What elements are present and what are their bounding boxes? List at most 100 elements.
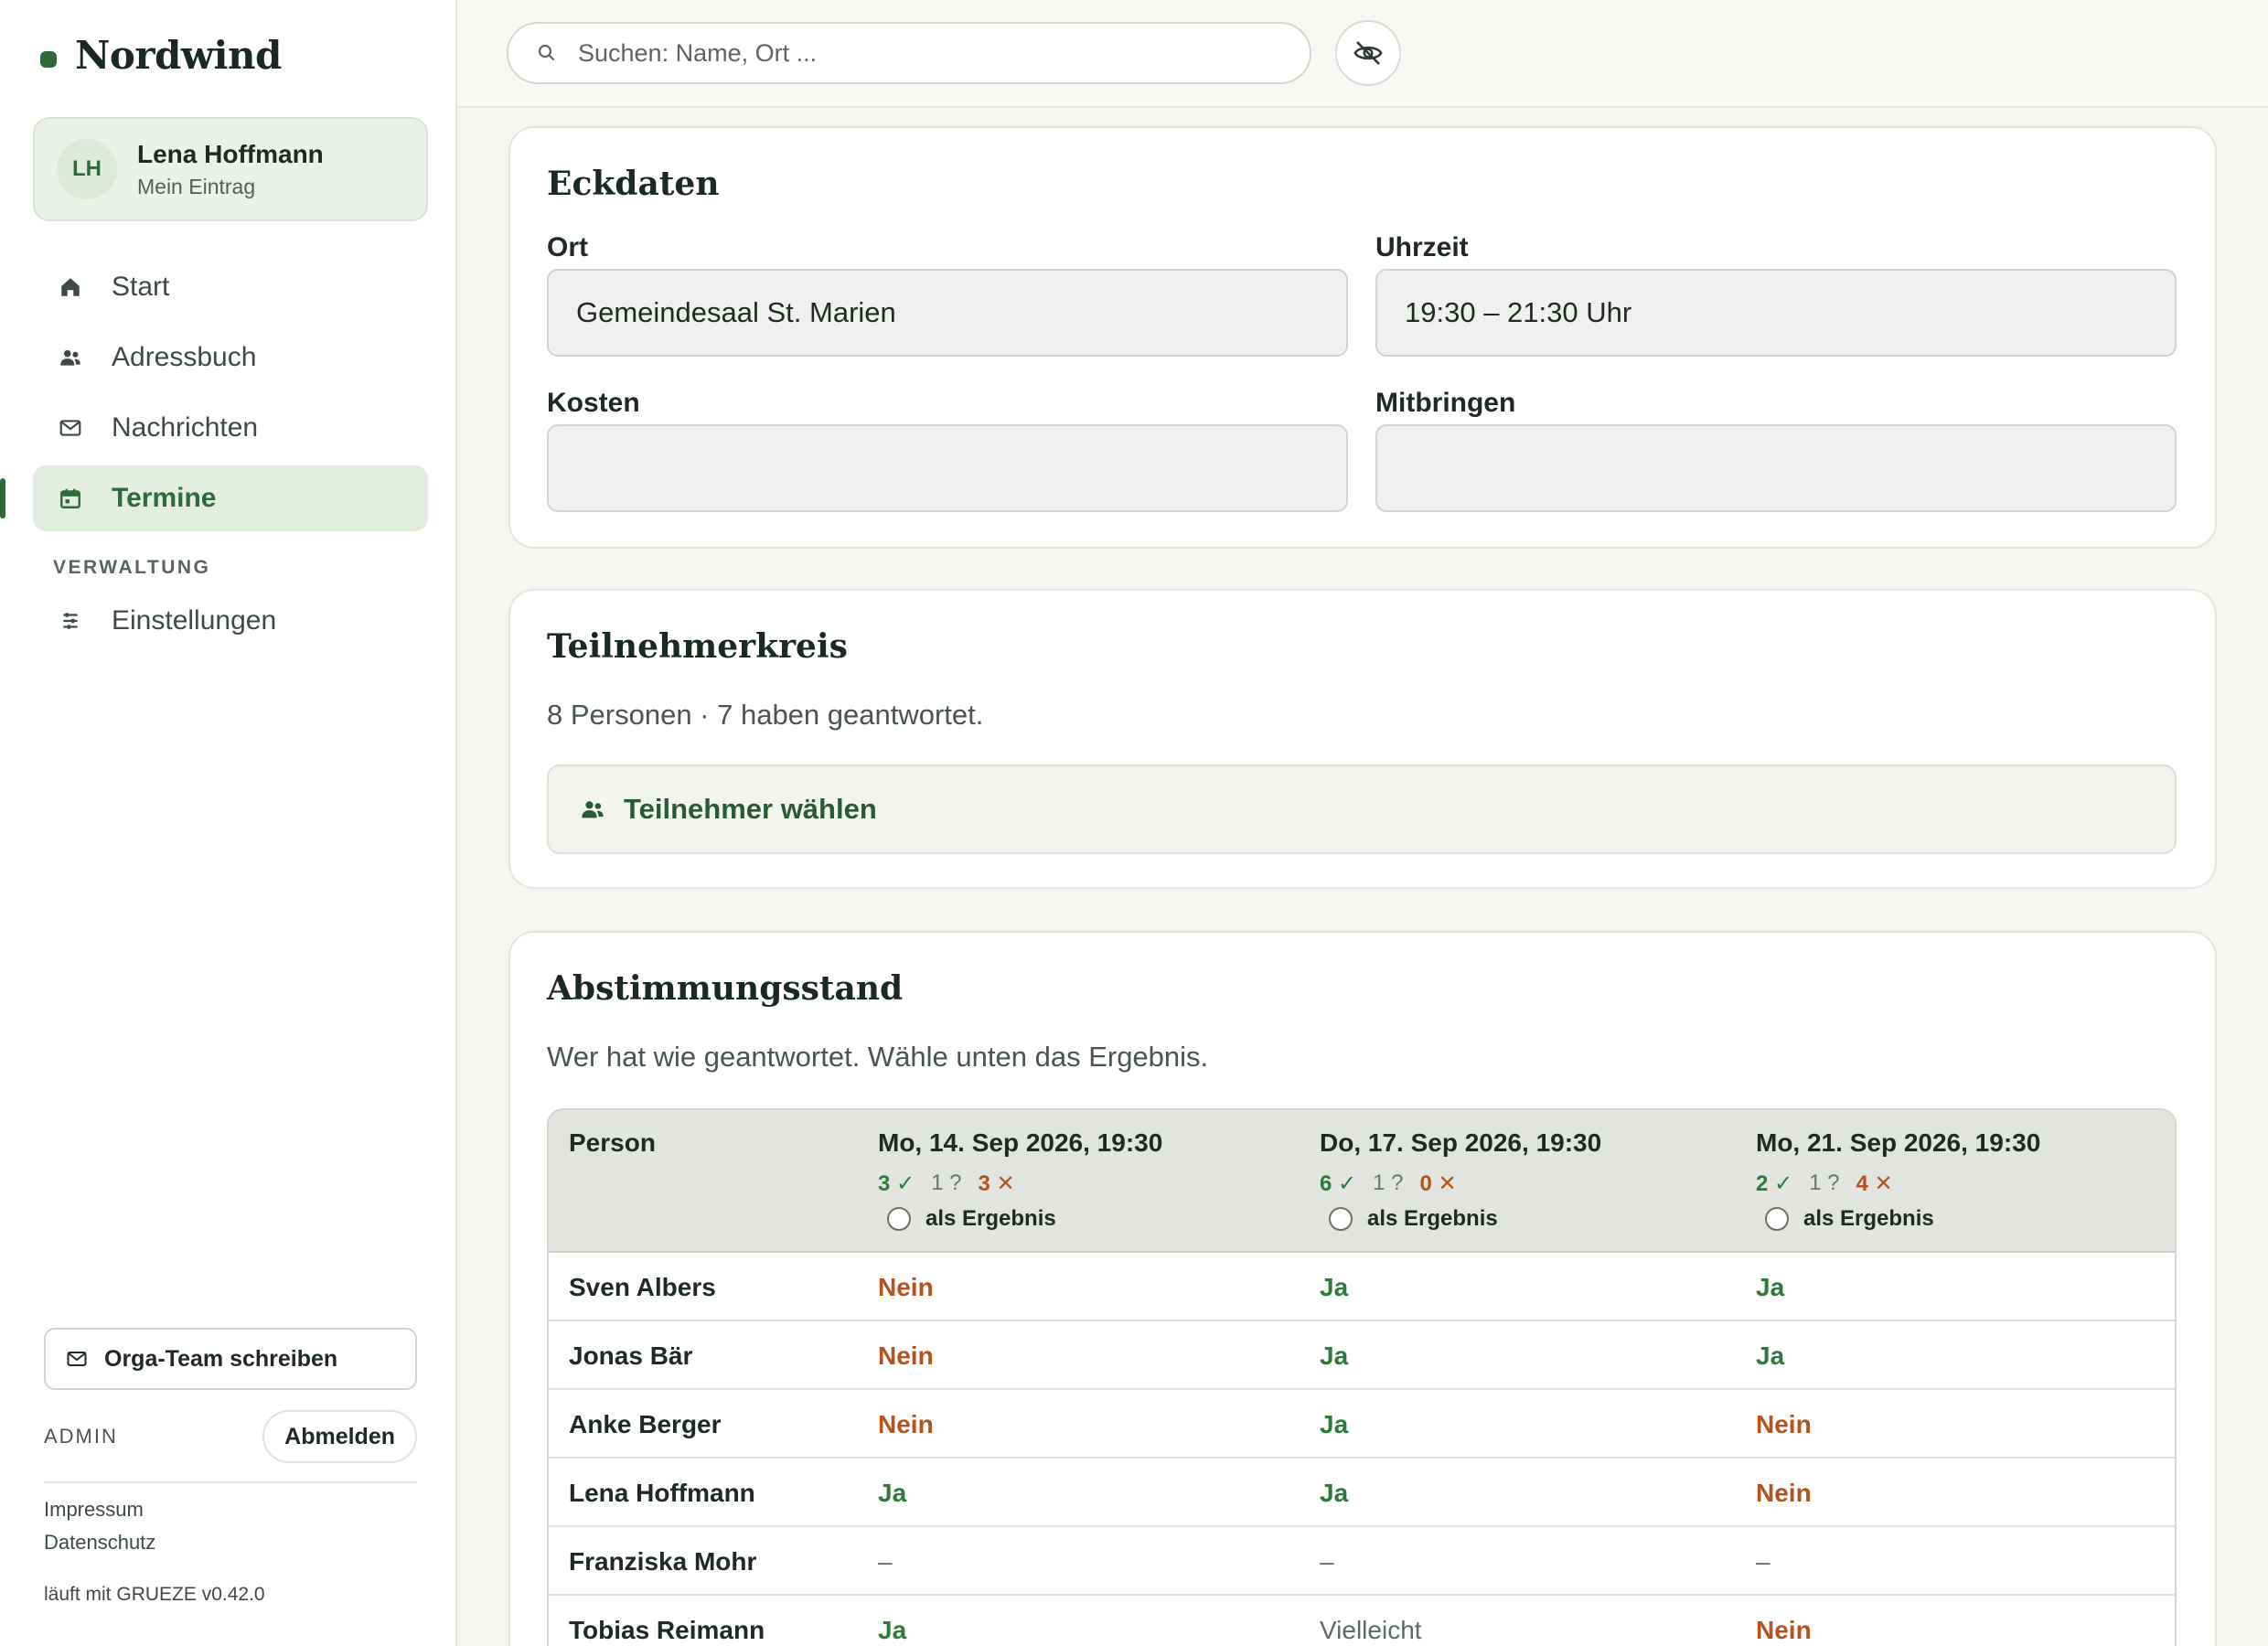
date-label: Mo, 21. Sep 2026, 19:30	[1756, 1128, 2041, 1157]
result-radio[interactable]	[887, 1207, 911, 1231]
date-column-header: Mo, 21. Sep 2026, 19:30 2 ✓ 1 ? 4 ✕ als …	[1756, 1128, 2040, 1232]
table-row: Tobias Reimann Ja Vielleicht Nein	[549, 1596, 2175, 1646]
admin-label: ADMIN	[44, 1425, 118, 1448]
sidebar-divider	[44, 1481, 417, 1483]
person-name: Jonas Bär	[569, 1341, 693, 1370]
sidebar-item-start[interactable]: Start	[33, 254, 428, 320]
sidebar-item-label: Nachrichten	[112, 412, 259, 443]
maybe-count: 1 ?	[931, 1170, 962, 1195]
topbar: Suchen: Name, Ort ...	[457, 0, 2268, 108]
table-row: Franziska Mohr – – –	[549, 1527, 2175, 1596]
calendar-icon	[57, 485, 84, 512]
table-row: Lena Hoffmann Ja Ja Nein	[549, 1459, 2175, 1527]
answer-cell: Vielleicht	[1320, 1616, 1422, 1644]
uhrzeit-value: 19:30 – 21:30 Uhr	[1405, 296, 1632, 328]
user-name: Lena Hoffmann	[137, 139, 324, 168]
abstimmung-title: Abstimmungsstand	[547, 969, 904, 1008]
avatar: LH	[57, 139, 117, 199]
result-radio[interactable]	[1329, 1207, 1353, 1231]
result-radio-option[interactable]: als Ergebnis	[1756, 1206, 2040, 1232]
yes-count: 6 ✓	[1320, 1171, 1357, 1196]
date-column-header: Do, 17. Sep 2026, 19:30 6 ✓ 1 ? 0 ✕ als …	[1320, 1128, 1601, 1232]
result-radio-option[interactable]: als Ergebnis	[1320, 1206, 1601, 1232]
answer-cell: Ja	[1756, 1273, 1785, 1301]
answer-cell: Nein	[1756, 1479, 1812, 1507]
admin-row: ADMIN Abmelden	[44, 1408, 417, 1465]
brand[interactable]: Nordwind	[40, 33, 282, 78]
result-radio-option[interactable]: als Ergebnis	[878, 1206, 1162, 1232]
people-icon	[580, 796, 605, 822]
table-row: Sven Albers Nein Ja Ja	[549, 1253, 2175, 1321]
sidebar-item-label: Termine	[112, 483, 217, 513]
version-text: läuft mit GRUEZE v0.42.0	[44, 1584, 265, 1605]
uhrzeit-field[interactable]: 19:30 – 21:30 Uhr	[1375, 269, 2177, 357]
sidebar-item-termine[interactable]: Termine	[0, 465, 428, 531]
teilnehmer-title: Teilnehmerkreis	[547, 627, 848, 666]
answer-cell: –	[878, 1547, 893, 1576]
privacy-toggle-button[interactable]	[1335, 20, 1401, 86]
answer-cell: Ja	[1320, 1341, 1349, 1370]
answer-cell: Nein	[1756, 1410, 1812, 1438]
sidebar-item-adressbuch[interactable]: Adressbuch	[33, 325, 428, 390]
people-icon	[57, 344, 84, 371]
search-input[interactable]: Suchen: Name, Ort ...	[507, 22, 1311, 84]
choose-participants-label: Teilnehmer wählen	[624, 793, 877, 825]
result-radio[interactable]	[1765, 1207, 1789, 1231]
sidebar-item-label: Adressbuch	[112, 342, 257, 372]
sliders-icon	[57, 607, 84, 635]
person-name: Tobias Reimann	[569, 1616, 765, 1644]
yes-count: 3 ✓	[878, 1171, 915, 1196]
main-nav: Start Adressbuch Nachrichten Termine VER…	[0, 254, 428, 658]
ort-value: Gemeindesaal St. Marien	[576, 296, 896, 328]
result-radio-label: als Ergebnis	[1367, 1206, 1498, 1231]
answer-cell: Ja	[1320, 1273, 1349, 1301]
answer-cell: Nein	[878, 1410, 934, 1438]
vote-table: Person Mo, 14. Sep 2026, 19:30 3 ✓ 1 ? 3…	[547, 1108, 2177, 1646]
answer-cell: Ja	[1320, 1410, 1349, 1438]
answer-cell: Ja	[878, 1616, 907, 1644]
no-count: 0 ✕	[1419, 1171, 1457, 1196]
teilnehmer-summary: 8 Personen · 7 haben geantwortet.	[547, 699, 984, 731]
search-placeholder: Suchen: Name, Ort ...	[578, 38, 818, 67]
person-name: Franziska Mohr	[569, 1547, 757, 1576]
mitbringen-label: Mitbringen	[1375, 388, 1516, 418]
person-name: Lena Hoffmann	[569, 1479, 755, 1507]
answer-cell: Ja	[1756, 1341, 1785, 1370]
answer-cell: Nein	[878, 1273, 934, 1301]
choose-participants-button[interactable]: Teilnehmer wählen	[547, 764, 2177, 854]
kosten-label: Kosten	[547, 388, 640, 418]
sidebar-item-einstellungen[interactable]: Einstellungen	[33, 588, 428, 654]
result-radio-label: als Ergebnis	[925, 1206, 1056, 1231]
date-label: Mo, 14. Sep 2026, 19:30	[878, 1128, 1163, 1157]
answer-cell: Nein	[878, 1341, 934, 1370]
maybe-count: 1 ?	[1373, 1170, 1404, 1195]
brand-dot-icon	[40, 50, 57, 68]
sidebar-item-label: Einstellungen	[112, 605, 277, 636]
result-radio-label: als Ergebnis	[1803, 1206, 1934, 1231]
answer-cell: –	[1756, 1547, 1771, 1576]
table-header: Person Mo, 14. Sep 2026, 19:30 3 ✓ 1 ? 3…	[549, 1110, 2175, 1253]
sidebar-item-nachrichten[interactable]: Nachrichten	[33, 395, 428, 461]
datenschutz-link[interactable]: Datenschutz	[44, 1531, 155, 1555]
kosten-field[interactable]	[547, 424, 1348, 512]
impressum-link[interactable]: Impressum	[44, 1498, 144, 1522]
mitbringen-field[interactable]	[1375, 424, 2177, 512]
uhrzeit-label: Uhrzeit	[1375, 232, 1469, 262]
user-card[interactable]: LH Lena Hoffmann Mein Eintrag	[33, 117, 428, 221]
answer-cell: Ja	[1320, 1479, 1349, 1507]
sidebar-item-label: Start	[112, 272, 170, 302]
eye-off-icon	[1353, 37, 1384, 69]
no-count: 4 ✕	[1856, 1171, 1893, 1196]
person-column-header: Person	[569, 1128, 656, 1158]
eckdaten-card: Eckdaten Ort Gemeindesaal St. Marien Uhr…	[508, 126, 2217, 549]
teilnehmer-card: Teilnehmerkreis 8 Personen · 7 haben gea…	[508, 589, 2217, 889]
person-name: Anke Berger	[569, 1410, 722, 1438]
abstimmung-subtitle: Wer hat wie geantwortet. Wähle unten das…	[547, 1041, 1209, 1073]
write-orga-team-label: Orga-Team schreiben	[104, 1345, 338, 1372]
ort-field[interactable]: Gemeindesaal St. Marien	[547, 269, 1348, 357]
nav-section-verwaltung: VERWALTUNG	[53, 557, 211, 578]
logout-button[interactable]: Abmelden	[262, 1410, 417, 1463]
write-orga-team-button[interactable]: Orga-Team schreiben	[44, 1328, 417, 1390]
search-icon	[536, 42, 558, 64]
table-row: Anke Berger Nein Ja Nein	[549, 1390, 2175, 1459]
